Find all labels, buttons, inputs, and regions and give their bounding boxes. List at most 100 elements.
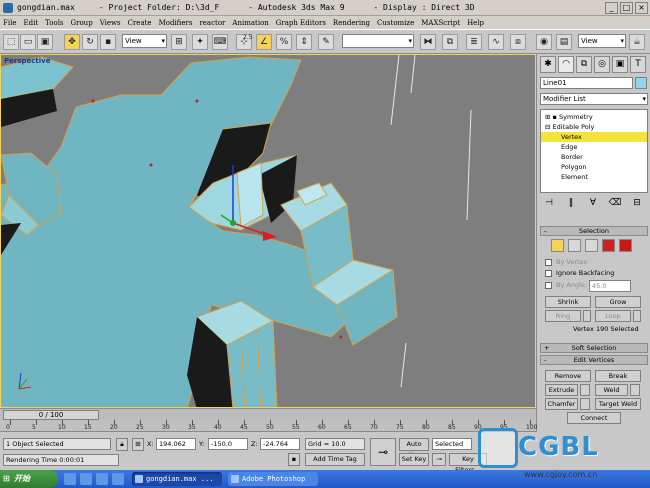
polygon-mode-icon[interactable]	[602, 239, 615, 252]
edit-vertices-rollout-header[interactable]: - Edit Vertices	[540, 355, 648, 365]
by-angle-input[interactable]: 45.0	[589, 280, 631, 292]
configure-sets-icon[interactable]: ⊟	[630, 196, 644, 210]
modify-tab-icon[interactable]: ◠	[558, 56, 574, 73]
set-key-button[interactable]: Set Key	[399, 453, 429, 466]
select-icon[interactable]: ⬚	[3, 34, 19, 50]
break-button[interactable]: Break	[595, 370, 641, 382]
menu-create[interactable]: Create	[128, 19, 152, 27]
time-tag-icon[interactable]: ▪	[288, 453, 300, 466]
motion-tab-icon[interactable]: ◎	[594, 56, 610, 73]
element-mode-icon[interactable]	[619, 239, 632, 252]
utilities-tab-icon[interactable]: T	[630, 56, 646, 73]
menu-group[interactable]: Group	[71, 19, 93, 27]
remove-modifier-icon[interactable]: ⌫	[608, 196, 622, 210]
target-weld-button[interactable]: Target Weld	[595, 398, 641, 410]
viewport-label[interactable]: Perspective	[4, 57, 50, 65]
menu-modifiers[interactable]: Modifiers	[159, 19, 193, 27]
menu-edit[interactable]: Edit	[23, 19, 38, 27]
viewport-scene[interactable]	[1, 55, 536, 408]
menu-maxscript[interactable]: MAXScript	[421, 19, 460, 27]
chamfer-settings-button[interactable]	[580, 398, 590, 410]
weld-settings-button[interactable]	[630, 384, 640, 396]
chamfer-button[interactable]: Chamfer	[545, 398, 578, 410]
modifier-list-dropdown[interactable]: Modifier List	[540, 93, 648, 105]
minimize-button[interactable]: _	[605, 1, 618, 14]
edge-mode-icon[interactable]	[568, 239, 581, 252]
menu-graph-editors[interactable]: Graph Editors	[276, 19, 326, 27]
menu-reactor[interactable]: reactor	[199, 19, 225, 27]
layer-manager-icon[interactable]: ≣	[466, 34, 482, 50]
stack-item-vertex[interactable]: Vertex	[541, 132, 647, 142]
add-time-tag-button[interactable]: Add Time Tag	[305, 453, 365, 466]
soft-selection-rollout-header[interactable]: + Soft Selection	[540, 343, 648, 353]
pin-stack-icon[interactable]: ⊣	[542, 196, 556, 210]
menu-rendering[interactable]: Rendering	[333, 19, 370, 27]
absolute-mode-icon[interactable]: ⊞	[132, 438, 144, 451]
time-slider-thumb[interactable]: 0 / 100	[3, 410, 99, 420]
loop-button[interactable]: Loop	[595, 310, 631, 322]
menu-customize[interactable]: Customize	[377, 19, 414, 27]
move-icon[interactable]: ✥	[64, 34, 80, 50]
select-region-icon[interactable]: ▭	[20, 34, 36, 50]
ring-button[interactable]: Ring	[545, 310, 581, 322]
manipulate-icon[interactable]: ✦	[192, 34, 208, 50]
ignore-backfacing-checkbox[interactable]	[545, 270, 552, 277]
named-selection-dropdown[interactable]	[342, 34, 414, 48]
by-angle-checkbox[interactable]	[545, 282, 552, 289]
object-name-field[interactable]: Line01	[540, 77, 633, 89]
perspective-viewport[interactable]: Perspective	[0, 54, 536, 408]
window-crossing-icon[interactable]: ▣	[37, 34, 53, 50]
edit-named-selection-icon[interactable]: ✎	[318, 34, 334, 50]
time-slider-track[interactable]: 0 / 100	[0, 408, 536, 420]
stack-item-border[interactable]: Border	[541, 152, 647, 162]
auto-key-button[interactable]: Auto Key	[399, 438, 429, 459]
menu-file[interactable]: File	[3, 19, 16, 27]
start-button[interactable]: 开始	[0, 470, 58, 488]
display-tab-icon[interactable]: ▣	[612, 56, 628, 73]
selection-rollout-header[interactable]: - Selection	[540, 226, 648, 236]
weld-button[interactable]: Weld	[595, 384, 628, 396]
y-coordinate-input[interactable]: -150.0	[208, 438, 248, 450]
close-button[interactable]: ×	[635, 1, 648, 14]
quick-render-icon[interactable]: ☕	[629, 34, 645, 50]
extrude-settings-button[interactable]	[580, 384, 590, 396]
maximize-button[interactable]: □	[620, 1, 633, 14]
stack-item-symmetry[interactable]: ⊞ ▪ Symmetry	[541, 112, 647, 122]
scale-icon[interactable]: ▪	[100, 34, 116, 50]
percent-snap-icon[interactable]: %	[276, 34, 292, 50]
quicklaunch-desktop-icon[interactable]	[64, 473, 76, 485]
border-mode-icon[interactable]	[585, 239, 598, 252]
quicklaunch-media-icon[interactable]	[96, 473, 108, 485]
menu-help[interactable]: Help	[467, 19, 484, 27]
key-mode-dropdown[interactable]: Selected	[432, 438, 472, 450]
render-setup-icon[interactable]: ▤	[556, 34, 572, 50]
loop-spinner[interactable]	[633, 310, 641, 322]
material-editor-icon[interactable]: ◉	[536, 34, 552, 50]
set-key-icon[interactable]: ⊸	[432, 453, 446, 466]
schematic-view-icon[interactable]: ⧈	[510, 34, 526, 50]
menu-animation[interactable]: Animation	[232, 19, 268, 27]
vertex-mode-icon[interactable]	[551, 239, 564, 252]
lock-selection-icon[interactable]: 🔒︎	[116, 438, 128, 451]
mirror-icon[interactable]: ⧓	[420, 34, 436, 50]
menu-views[interactable]: Views	[100, 19, 121, 27]
reference-coord-dropdown[interactable]: View	[122, 34, 167, 48]
z-coordinate-input[interactable]: -24.764	[260, 438, 300, 450]
angle-snap-icon[interactable]: ∠ 2.5	[243, 34, 272, 50]
pivot-icon[interactable]: ⊞	[171, 34, 187, 50]
align-icon[interactable]: ⧉	[442, 34, 458, 50]
hierarchy-tab-icon[interactable]: ⧉	[576, 56, 592, 73]
remove-button[interactable]: Remove	[545, 370, 591, 382]
object-color-swatch[interactable]	[635, 77, 647, 89]
stack-item-edge[interactable]: Edge	[541, 142, 647, 152]
stack-item-editable-poly[interactable]: ⊟ Editable Poly	[541, 122, 647, 132]
render-type-dropdown[interactable]: View	[578, 34, 626, 48]
curve-editor-icon[interactable]: ∿	[488, 34, 504, 50]
keyboard-shortcut-icon[interactable]: ⌨	[212, 34, 228, 50]
stack-item-polygon[interactable]: Polygon	[541, 162, 647, 172]
key-icon[interactable]: ⊸	[370, 438, 396, 466]
spinner-snap-icon[interactable]: ⇕	[296, 34, 312, 50]
create-tab-icon[interactable]: ✱	[540, 56, 556, 73]
shrink-button[interactable]: Shrink	[545, 296, 591, 308]
taskbar-item-photoshop[interactable]: Adobe Photoshop	[228, 472, 318, 486]
